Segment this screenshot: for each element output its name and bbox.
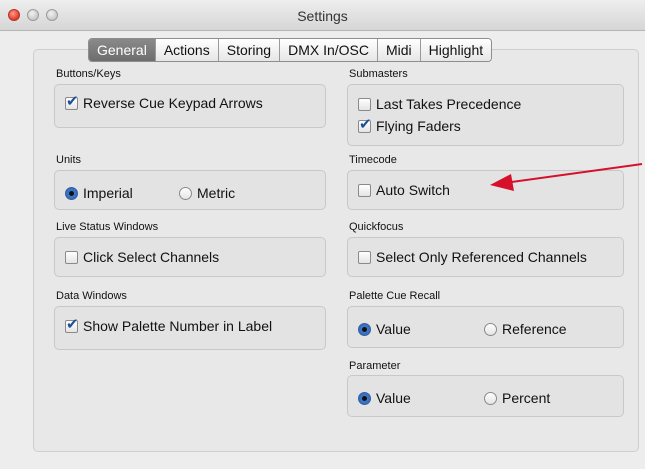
radio-unselected-icon bbox=[484, 323, 497, 336]
palette-reference-radio[interactable]: Reference bbox=[484, 321, 567, 337]
show-palette-label: Show Palette Number in Label bbox=[83, 318, 273, 334]
metric-radio[interactable]: Metric bbox=[179, 185, 235, 201]
tab-storing[interactable]: Storing bbox=[217, 39, 280, 61]
radio-selected-icon bbox=[65, 187, 78, 200]
checkbox-checked-icon bbox=[358, 117, 372, 133]
window-title: Settings bbox=[297, 8, 348, 24]
checkbox-unchecked-icon bbox=[358, 184, 371, 197]
submasters-label: Submasters bbox=[349, 68, 408, 80]
tab-general[interactable]: General bbox=[89, 39, 155, 61]
last-takes-label: Last Takes Precedence bbox=[376, 96, 522, 112]
palette-reference-label: Reference bbox=[502, 321, 567, 337]
checkbox-unchecked-icon bbox=[358, 98, 371, 111]
data-windows-group: Show Palette Number in Label bbox=[54, 306, 326, 350]
buttons-keys-group: Reverse Cue Keypad Arrows bbox=[54, 84, 326, 128]
timecode-label: Timecode bbox=[349, 154, 397, 166]
parameter-percent-radio[interactable]: Percent bbox=[484, 390, 550, 406]
live-status-label: Live Status Windows bbox=[56, 221, 159, 233]
checkbox-unchecked-icon bbox=[65, 251, 78, 264]
quickfocus-group: Select Only Referenced Channels bbox=[347, 237, 624, 277]
palette-value-label: Value bbox=[376, 321, 411, 337]
quickfocus-label: Quickfocus bbox=[349, 221, 404, 233]
parameter-value-label: Value bbox=[376, 390, 411, 406]
parameter-value-radio[interactable]: Value bbox=[358, 390, 411, 406]
select-only-label: Select Only Referenced Channels bbox=[376, 249, 587, 265]
auto-switch-label: Auto Switch bbox=[376, 182, 450, 198]
parameter-group: Value Percent bbox=[347, 375, 624, 417]
radio-selected-icon bbox=[358, 323, 371, 336]
submasters-group: Last Takes Precedence Flying Faders bbox=[347, 84, 624, 146]
click-select-checkbox[interactable]: Click Select Channels bbox=[65, 249, 219, 265]
tab-bar: General Actions Storing DMX In/OSC Midi … bbox=[88, 38, 493, 62]
data-windows-label: Data Windows bbox=[56, 290, 127, 302]
title-bar[interactable]: Settings bbox=[0, 0, 645, 31]
select-only-checkbox[interactable]: Select Only Referenced Channels bbox=[358, 249, 587, 265]
units-group: Imperial Metric bbox=[54, 170, 326, 210]
palette-value-radio[interactable]: Value bbox=[358, 321, 411, 337]
tab-midi[interactable]: Midi bbox=[377, 39, 420, 61]
radio-selected-icon bbox=[358, 392, 371, 405]
radio-unselected-icon bbox=[179, 187, 192, 200]
show-palette-checkbox[interactable]: Show Palette Number in Label bbox=[65, 317, 273, 334]
radio-unselected-icon bbox=[484, 392, 497, 405]
timecode-group: Auto Switch bbox=[347, 170, 624, 210]
tab-dmx-in-osc[interactable]: DMX In/OSC bbox=[279, 39, 377, 61]
tab-highlight[interactable]: Highlight bbox=[419, 39, 492, 61]
reverse-cue-checkbox[interactable]: Reverse Cue Keypad Arrows bbox=[65, 94, 263, 111]
live-status-group: Click Select Channels bbox=[54, 237, 326, 277]
auto-switch-checkbox[interactable]: Auto Switch bbox=[358, 182, 450, 198]
imperial-radio[interactable]: Imperial bbox=[65, 185, 133, 201]
parameter-percent-label: Percent bbox=[502, 390, 551, 406]
units-label: Units bbox=[56, 154, 82, 166]
click-select-label: Click Select Channels bbox=[83, 249, 220, 265]
checkbox-checked-icon bbox=[65, 317, 79, 333]
buttons-keys-label: Buttons/Keys bbox=[56, 68, 121, 80]
flying-faders-label: Flying Faders bbox=[376, 118, 461, 134]
settings-window: Settings Buttons/Keys Reverse Cue Keypad… bbox=[0, 0, 645, 469]
palette-cue-recall-label: Palette Cue Recall bbox=[349, 290, 441, 302]
imperial-label: Imperial bbox=[83, 185, 133, 201]
general-panel: Buttons/Keys Reverse Cue Keypad Arrows U… bbox=[33, 49, 639, 452]
metric-label: Metric bbox=[197, 185, 236, 201]
checkbox-checked-icon bbox=[65, 94, 79, 110]
tab-actions[interactable]: Actions bbox=[154, 39, 218, 61]
flying-faders-checkbox[interactable]: Flying Faders bbox=[358, 117, 461, 134]
last-takes-checkbox[interactable]: Last Takes Precedence bbox=[358, 96, 521, 112]
reverse-cue-label: Reverse Cue Keypad Arrows bbox=[83, 95, 263, 111]
parameter-label: Parameter bbox=[349, 360, 401, 372]
palette-cue-recall-group: Value Reference bbox=[347, 306, 624, 348]
checkbox-unchecked-icon bbox=[358, 251, 371, 264]
